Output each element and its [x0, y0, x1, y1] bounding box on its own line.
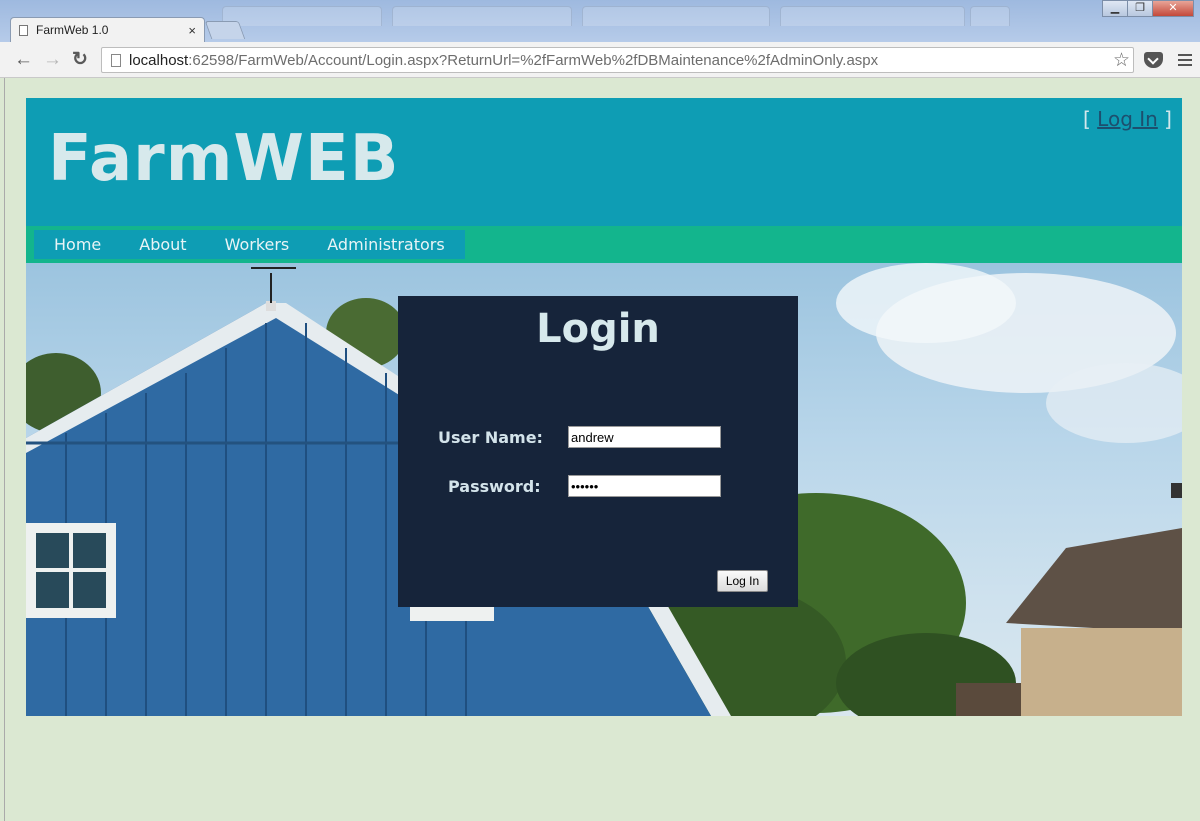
url-path: :62598/FarmWeb/Account/Login.aspx?Return…: [188, 51, 879, 69]
forward-arrow-icon[interactable]: →: [43, 50, 62, 69]
maximize-button[interactable]: ❐: [1127, 0, 1153, 17]
new-tab-button[interactable]: [204, 21, 246, 39]
browser-toolbar: ← → ↻ localhost:62598/FarmWeb/Account/Lo…: [0, 42, 1200, 78]
browser-menu-icon[interactable]: [1178, 54, 1192, 69]
background-tab[interactable]: [222, 6, 382, 26]
username-label: User Name:: [438, 428, 543, 447]
minimize-button[interactable]: ▁: [1102, 0, 1128, 17]
menu-item-home[interactable]: Home: [54, 235, 101, 254]
close-window-button[interactable]: ✕: [1152, 0, 1194, 17]
background-tab[interactable]: [970, 6, 1010, 26]
background-tab[interactable]: [392, 6, 572, 26]
site-header: FarmWEB [ Log In ]: [26, 98, 1182, 226]
username-input[interactable]: [568, 426, 721, 448]
page-icon: [19, 24, 28, 36]
main-menu: Home About Workers Administrators: [34, 230, 465, 259]
bookmark-star-icon[interactable]: ☆: [1113, 49, 1130, 72]
background-tab[interactable]: [780, 6, 965, 26]
browser-titlebar: FarmWeb 1.0 × ▁ ❐ ✕: [0, 0, 1200, 42]
login-button[interactable]: Log In: [717, 570, 768, 592]
pocket-icon[interactable]: [1144, 52, 1163, 68]
site-title: FarmWEB: [48, 122, 400, 196]
bracket-open: [: [1083, 107, 1098, 131]
menu-item-workers[interactable]: Workers: [225, 235, 290, 254]
password-input[interactable]: [568, 475, 721, 497]
active-tab[interactable]: FarmWeb 1.0 ×: [10, 17, 205, 42]
window-controls: ▁ ❐ ✕: [1102, 0, 1194, 17]
menu-item-administrators[interactable]: Administrators: [327, 235, 444, 254]
login-panel: Login User Name: Password: Log In: [398, 296, 798, 607]
reload-icon[interactable]: ↻: [72, 50, 88, 69]
tab-close-icon[interactable]: ×: [188, 23, 196, 38]
login-heading: Login: [536, 306, 660, 352]
header-login-link[interactable]: Log In: [1097, 107, 1158, 131]
bracket-close: ]: [1157, 107, 1172, 131]
address-bar[interactable]: localhost:62598/FarmWeb/Account/Login.as…: [101, 47, 1134, 73]
tab-title: FarmWeb 1.0: [36, 23, 109, 37]
back-arrow-icon[interactable]: ←: [14, 50, 33, 69]
header-login: [ Log In ]: [1083, 107, 1172, 131]
background-tab[interactable]: [582, 6, 770, 26]
menu-item-about[interactable]: About: [139, 235, 186, 254]
page-info-icon[interactable]: [111, 53, 121, 67]
menu-bar: Home About Workers Administrators: [26, 226, 1182, 263]
password-label: Password:: [448, 477, 541, 496]
url-host: localhost: [129, 51, 189, 69]
